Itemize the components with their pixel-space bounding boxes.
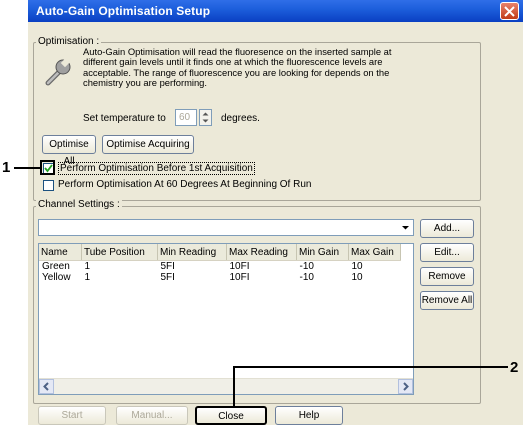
column-header[interactable]: Min Reading	[157, 244, 227, 261]
callout-2-line-horizontal	[234, 366, 508, 368]
table-cell: -10	[299, 261, 314, 272]
table-cell: 5FI	[160, 261, 175, 272]
wrench-icon	[42, 56, 74, 88]
close-button[interactable]: Close	[195, 406, 267, 425]
callout-1-line	[14, 167, 40, 169]
table-cell: Green	[42, 261, 70, 272]
table-cell: Yellow	[42, 272, 71, 283]
add-channel-button[interactable]: Add...	[420, 219, 474, 238]
edit-channel-button[interactable]: Edit...	[420, 243, 474, 262]
dropdown-button[interactable]	[398, 220, 413, 235]
horizontal-scrollbar[interactable]	[39, 378, 413, 394]
chevron-right-icon	[403, 382, 409, 391]
temperature-stepper[interactable]	[199, 109, 212, 126]
table-row[interactable]: Green 1 5FI 10FI -10 10	[39, 261, 401, 273]
optimise-before-acquisition-label[interactable]: Perform Optimisation Before 1st Acquisit…	[58, 162, 255, 175]
set-temperature-label: Set temperature to	[83, 113, 166, 124]
column-header[interactable]: Max Gain	[348, 244, 401, 261]
start-button[interactable]: Start	[38, 406, 106, 425]
column-header[interactable]: Name	[39, 244, 82, 261]
table-row[interactable]: Yellow 1 5FI 10FI -10 10	[39, 272, 401, 283]
column-header[interactable]: Min Gain	[296, 244, 349, 261]
remove-channel-button[interactable]: Remove	[420, 267, 474, 286]
channel-dropdown[interactable]	[38, 219, 414, 236]
table-cell: 10	[351, 272, 363, 283]
callout-1-highlight	[40, 160, 55, 175]
optimise-60-degrees-label[interactable]: Perform Optimisation At 60 Degrees At Be…	[58, 179, 311, 190]
table-cell: 10	[351, 261, 363, 272]
close-window-button[interactable]	[500, 2, 519, 20]
chevron-down-icon	[402, 226, 409, 230]
table-cell: -10	[299, 272, 314, 283]
table-cell: 1	[84, 272, 91, 283]
callout-2-line-vertical	[233, 366, 235, 407]
column-header[interactable]: Max Reading	[226, 244, 297, 261]
temperature-input[interactable]: 60	[175, 109, 197, 126]
channel-table: Name Tube Position Min Reading Max Readi…	[39, 244, 401, 283]
optimise-60-degrees-checkbox[interactable]	[43, 180, 54, 191]
help-button[interactable]: Help	[275, 406, 343, 425]
chevron-left-icon	[43, 382, 49, 391]
scroll-left-button[interactable]	[39, 379, 54, 394]
callout-2-number: 2	[510, 359, 519, 376]
degrees-label: degrees.	[221, 113, 260, 124]
optimisation-description: Auto-Gain Optimisation will read the flu…	[83, 46, 392, 88]
table-cell: 10FI	[229, 272, 250, 283]
column-header[interactable]: Tube Position	[81, 244, 158, 261]
manual-button[interactable]: Manual...	[116, 406, 188, 425]
description-line: chemistry you are performing.	[83, 76, 208, 88]
scroll-right-button[interactable]	[398, 379, 413, 394]
channel-settings-group-label: Channel Settings :	[36, 199, 122, 210]
channel-list[interactable]: Name Tube Position Min Reading Max Readi…	[38, 243, 414, 395]
optimise-acquiring-button[interactable]: Optimise Acquiring	[102, 135, 194, 154]
window-title: Auto-Gain Optimisation Setup	[36, 4, 211, 18]
stepper-arrows-icon	[202, 112, 209, 123]
close-icon	[504, 6, 515, 17]
optimise-all-button[interactable]: Optimise All	[42, 135, 96, 167]
table-cell: 10FI	[229, 261, 250, 272]
table-cell: 1	[84, 261, 91, 272]
remove-all-channels-button[interactable]: Remove All	[420, 291, 474, 310]
callout-1-number: 1	[2, 159, 11, 176]
table-cell: 5FI	[160, 272, 175, 283]
